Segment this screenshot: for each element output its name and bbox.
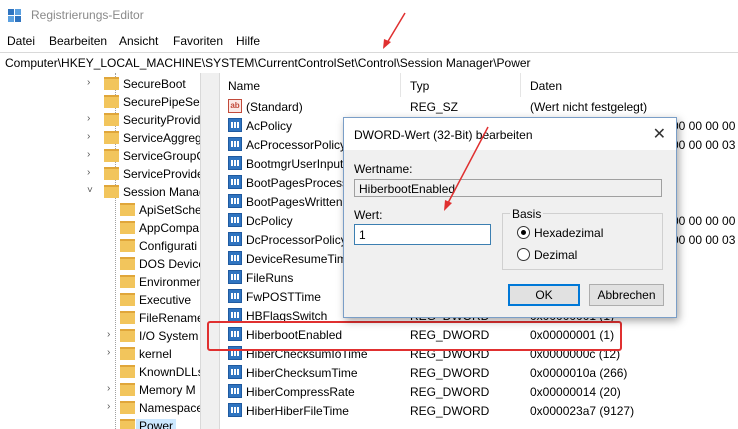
folder-icon — [120, 257, 135, 270]
value-name-label: Wertname: — [354, 162, 413, 176]
value-row[interactable]: HiberHiberFileTime REG_DWORD 0x000023a7 (9… — [220, 401, 738, 420]
folder-icon — [120, 383, 135, 396]
dialog-title: DWORD-Wert (32-Bit) bearbeiten — [354, 128, 533, 142]
column-separator[interactable] — [400, 73, 401, 97]
folder-icon — [104, 95, 119, 108]
folder-icon — [120, 419, 135, 429]
tree-item[interactable]: DOS Device — [0, 255, 200, 273]
folder-icon — [120, 275, 135, 288]
cancel-button[interactable]: Abbrechen — [589, 284, 664, 306]
tree-item[interactable]: › ServiceAggreg — [0, 129, 200, 147]
dword-value-icon — [228, 156, 242, 170]
value-data-input[interactable] — [354, 224, 491, 245]
title-bar: Registrierungs-Editor — [0, 0, 738, 32]
binary-value-icon — [228, 213, 242, 227]
binary-value-icon — [228, 118, 242, 132]
dword-value-icon — [228, 194, 242, 208]
dword-value-icon — [228, 308, 242, 322]
folder-icon — [104, 167, 119, 180]
annotation-highlight-box — [207, 321, 622, 351]
tree-item[interactable]: › ServiceGroupC — [0, 147, 200, 165]
tree-item[interactable]: › Namespace — [0, 399, 200, 417]
value-row[interactable]: HiberChecksumTime REG_DWORD 0x0000010a (26… — [220, 363, 738, 382]
radio-decimal-label[interactable]: Dezimal — [534, 248, 577, 262]
key-tree[interactable]: › SecureBoot SecurePipeSer › SecurityProvi… — [0, 73, 200, 429]
tree-item[interactable]: › ServiceProvide — [0, 165, 200, 183]
edit-dword-dialog: DWORD-Wert (32-Bit) bearbeiten ✕ Wertnam… — [343, 117, 677, 318]
list-header: Name Typ Daten — [220, 73, 738, 97]
dword-value-icon — [228, 289, 242, 303]
pane-splitter[interactable] — [200, 73, 220, 429]
value-name-field: HiberbootEnabled — [354, 179, 662, 197]
folder-icon — [120, 347, 135, 360]
menu-bearbeiten[interactable]: Bearbeiten — [49, 34, 107, 48]
tree-item[interactable]: › kernel — [0, 345, 200, 363]
column-name[interactable]: Name — [228, 79, 260, 93]
tree-item[interactable]: Configurati — [0, 237, 200, 255]
base-groupbox — [502, 213, 663, 270]
menu-datei[interactable]: Datei — [7, 34, 35, 48]
folder-icon — [104, 149, 119, 162]
tree-item[interactable]: ApiSetSche — [0, 201, 200, 219]
value-row[interactable]: ab (Standard) REG_SZ (Wert nicht festgelegt… — [220, 97, 738, 116]
folder-icon — [120, 239, 135, 252]
binary-value-icon — [228, 232, 242, 246]
binary-value-icon — [228, 137, 242, 151]
dword-value-icon — [228, 175, 242, 189]
menu-favoriten[interactable]: Favoriten — [173, 34, 223, 48]
dword-value-icon — [228, 365, 242, 379]
dword-value-icon — [228, 251, 242, 265]
dword-value-icon — [228, 384, 242, 398]
radio-hexadecimal[interactable] — [517, 226, 530, 239]
column-data[interactable]: Daten — [530, 79, 562, 93]
tree-item[interactable]: FileRename — [0, 309, 200, 327]
folder-icon — [120, 365, 135, 378]
string-value-icon: ab — [228, 99, 242, 113]
address-path[interactable]: Computer\HKEY_LOCAL_MACHINE\SYSTEM\Curre… — [5, 56, 531, 70]
tree-item[interactable]: Environmer — [0, 273, 200, 291]
folder-icon — [104, 131, 119, 144]
column-type[interactable]: Typ — [410, 79, 429, 93]
tree-item[interactable]: Executive — [0, 291, 200, 309]
folder-icon — [120, 311, 135, 324]
dialog-title-bar: DWORD-Wert (32-Bit) bearbeiten ✕ — [344, 118, 676, 150]
tree-item[interactable]: SecurePipeSer — [0, 93, 200, 111]
folder-icon — [120, 203, 135, 216]
tree-item[interactable]: AppCompa — [0, 219, 200, 237]
menu-hilfe[interactable]: Hilfe — [236, 34, 260, 48]
tree-item-selected-power[interactable]: Power — [0, 417, 200, 429]
tree-item[interactable]: › SecurityProvid — [0, 111, 200, 129]
menu-ansicht[interactable]: Ansicht — [119, 34, 158, 48]
window-title: Registrierungs-Editor — [31, 8, 144, 22]
folder-icon — [104, 113, 119, 126]
dword-value-icon — [228, 270, 242, 284]
tree-item[interactable]: KnownDLLs — [0, 363, 200, 381]
address-bar[interactable]: Computer\HKEY_LOCAL_MACHINE\SYSTEM\Curre… — [0, 52, 738, 74]
tree-item[interactable]: › I/O System — [0, 327, 200, 345]
close-icon[interactable]: ✕ — [653, 124, 666, 144]
folder-icon — [120, 293, 135, 306]
tree-item-expanded[interactable]: ˅ Session Manag — [0, 183, 200, 201]
folder-icon — [104, 77, 119, 90]
ok-button[interactable]: OK — [508, 284, 580, 306]
column-separator[interactable] — [520, 73, 521, 97]
dword-value-icon — [228, 403, 242, 417]
value-row[interactable]: HiberCompressRate REG_DWORD 0x00000014 (20… — [220, 382, 738, 401]
radio-decimal[interactable] — [517, 248, 530, 261]
tree-item[interactable]: › SecureBoot — [0, 75, 200, 93]
folder-icon — [120, 401, 135, 414]
value-data-label: Wert: — [354, 208, 383, 222]
menu-bar: Datei Bearbeiten Ansicht Favoriten Hilfe — [0, 32, 738, 52]
folder-icon — [120, 329, 135, 342]
folder-icon — [120, 221, 135, 234]
tree-item[interactable]: › Memory M — [0, 381, 200, 399]
registry-editor-icon — [8, 9, 21, 22]
base-label: Basis — [510, 207, 544, 221]
radio-hexadecimal-label[interactable]: Hexadezimal — [534, 226, 603, 240]
folder-open-icon — [104, 185, 119, 198]
